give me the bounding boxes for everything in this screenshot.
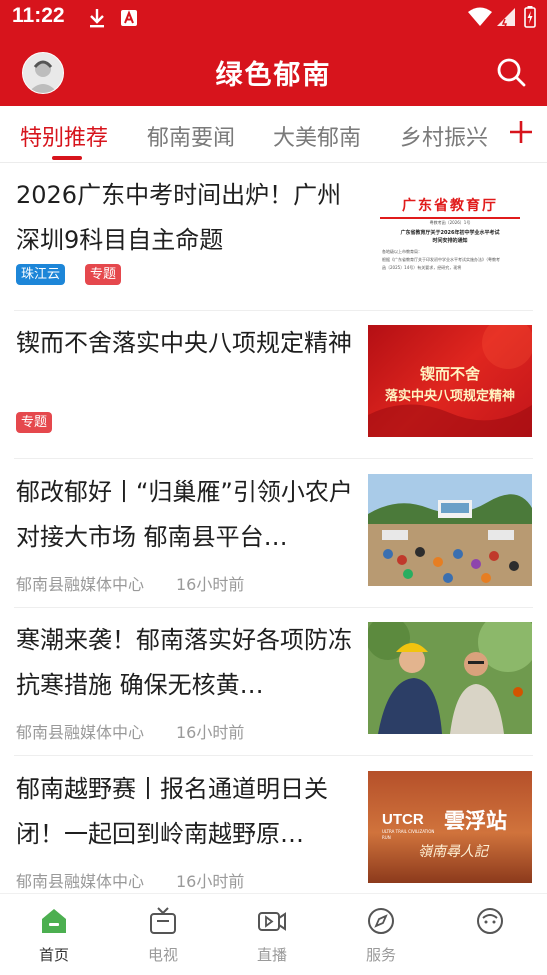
thumb-line: 各地级以上市教育局： (382, 249, 422, 254)
thumb-line: 函〔2025〕14号）有关要求，经研究，现将 (382, 265, 462, 270)
divider (14, 755, 533, 756)
market-photo (368, 474, 532, 586)
nav-live[interactable]: 直播 (232, 906, 312, 965)
nav-label: 电视 (147, 946, 178, 964)
bottom-nav: 首页 电视 直播 服务 (0, 893, 547, 975)
thumb-rule (380, 217, 520, 219)
article-time: 16小时前 (176, 575, 245, 594)
article-thumbnail: 广东省教育厅 粤教考函〔2026〕1号 广东省教育厅关于2026年初中学业水平考… (368, 177, 532, 289)
thumb-line: 粤教考函〔2026〕1号 (429, 220, 471, 225)
plus-icon (507, 121, 535, 150)
nav-label: 服务 (365, 946, 396, 964)
thumb-line: 锲而不舍 (419, 365, 480, 383)
thumb-sub: ULTRA TRAIL CIVILIZATION RUN (382, 829, 435, 840)
search-button[interactable] (495, 56, 527, 88)
add-channel-button[interactable] (507, 118, 535, 146)
nav-label: 首页 (38, 946, 69, 964)
article-title: 郁南越野赛丨报名通道明日关闭！一起回到岭南越野原… (16, 775, 328, 848)
news-item[interactable]: 郁改郁好丨“归巢雁”引领小农户对接大市场 郁南县平台… 郁南县融媒体中心 16小… (0, 460, 547, 608)
nav-profile[interactable] (450, 906, 530, 944)
article-thumbnail: UTCR ULTRA TRAIL CIVILIZATION RUN 雲浮站 嶺南… (368, 771, 532, 883)
thumb-line: 落实中央八项规定精神 (384, 389, 515, 404)
article-title: 锲而不舍落实中央八项规定精神 (16, 329, 352, 357)
tag-badge: 专题 (16, 412, 53, 433)
live-icon (257, 906, 287, 936)
news-item[interactable]: 郁南越野赛丨报名通道明日关闭！一起回到岭南越野原… 郁南县融媒体中心 16小时前… (0, 757, 547, 893)
news-item[interactable]: 2026广东中考时间出炉！广州深圳9科目自主命题 珠江云 专题 广东省教育厅 粤… (0, 163, 547, 311)
nav-services[interactable]: 服务 (341, 906, 421, 965)
orchard-photo (368, 622, 532, 734)
tab-yunan-news[interactable]: 郁南要闻 (147, 120, 235, 152)
article-thumbnail (368, 474, 532, 586)
article-time: 16小时前 (176, 723, 245, 742)
page-title: 绿色郁南 (215, 60, 332, 91)
article-time: 16小时前 (176, 872, 245, 891)
profile-icon (475, 906, 505, 936)
article-thumbnail (368, 622, 532, 734)
active-tab-indicator (52, 156, 82, 160)
nav-label: 直播 (256, 946, 287, 964)
signal-icon (496, 7, 516, 31)
thumb-line: 根据《广东省教育厅关于印发初中学业水平考试实施办法》（粤教考 (382, 257, 500, 262)
search-icon (495, 58, 527, 92)
download-icon (88, 8, 106, 32)
nav-home[interactable]: 首页 (14, 906, 94, 965)
thumb-brand: UTCR (382, 811, 424, 828)
news-item[interactable]: 锲而不舍落实中央八项规定精神 专题 锲而不舍 落实中央八项规定精神 (0, 311, 547, 459)
article-title: 郁改郁好丨“归巢雁”引领小农户对接大市场 郁南县平台… (16, 478, 353, 551)
wifi-icon (468, 7, 492, 31)
news-feed: 2026广东中考时间出炉！广州深圳9科目自主命题 珠江云 专题 广东省教育厅 粤… (0, 163, 547, 893)
article-source: 郁南县融媒体中心 (16, 872, 145, 891)
article-source: 郁南县融媒体中心 (16, 575, 145, 594)
tab-beautiful-yunan[interactable]: 大美郁南 (273, 120, 361, 152)
tv-icon (148, 906, 178, 936)
app-header: 绿色郁南 (0, 36, 547, 106)
thumb-heading: 广东省教育厅 (402, 198, 498, 214)
tag-badge: 珠江云 (16, 264, 66, 285)
thumb-line: 时间安排的通知 (432, 238, 468, 244)
news-item[interactable]: 寒潮来袭！郁南落实好各项防冻抗寒措施 确保无核黄… 郁南县融媒体中心 16小时前 (0, 608, 547, 756)
thumb-script: 嶺南尋人記 (418, 844, 488, 860)
status-time: 11:22 (12, 4, 65, 27)
article-title: 寒潮来袭！郁南落实好各项防冻抗寒措施 确保无核黄… (16, 626, 352, 699)
compass-icon (366, 906, 396, 936)
battery-icon (524, 6, 536, 32)
status-bar: 11:22 (0, 0, 547, 36)
thumb-station: 雲浮站 (444, 808, 507, 833)
thumb-line: 广东省教育厅关于2026年初中学业水平考试 (400, 230, 500, 236)
a-notification-icon (120, 9, 138, 31)
home-icon (39, 906, 69, 936)
article-thumbnail: 锲而不舍 落实中央八项规定精神 (368, 325, 532, 437)
article-source: 郁南县融媒体中心 (16, 723, 145, 742)
divider (14, 458, 533, 459)
nav-tv[interactable]: 电视 (123, 906, 203, 965)
tag-badge: 专题 (85, 264, 122, 285)
tab-rural-revitalization[interactable]: 乡村振兴 (400, 120, 488, 152)
tab-special-recommend[interactable]: 特别推荐 (20, 120, 108, 152)
channel-tabs: 特别推荐 郁南要闻 大美郁南 乡村振兴 (0, 106, 547, 163)
article-title: 2026广东中考时间出炉！广州深圳9科目自主命题 (16, 181, 342, 254)
